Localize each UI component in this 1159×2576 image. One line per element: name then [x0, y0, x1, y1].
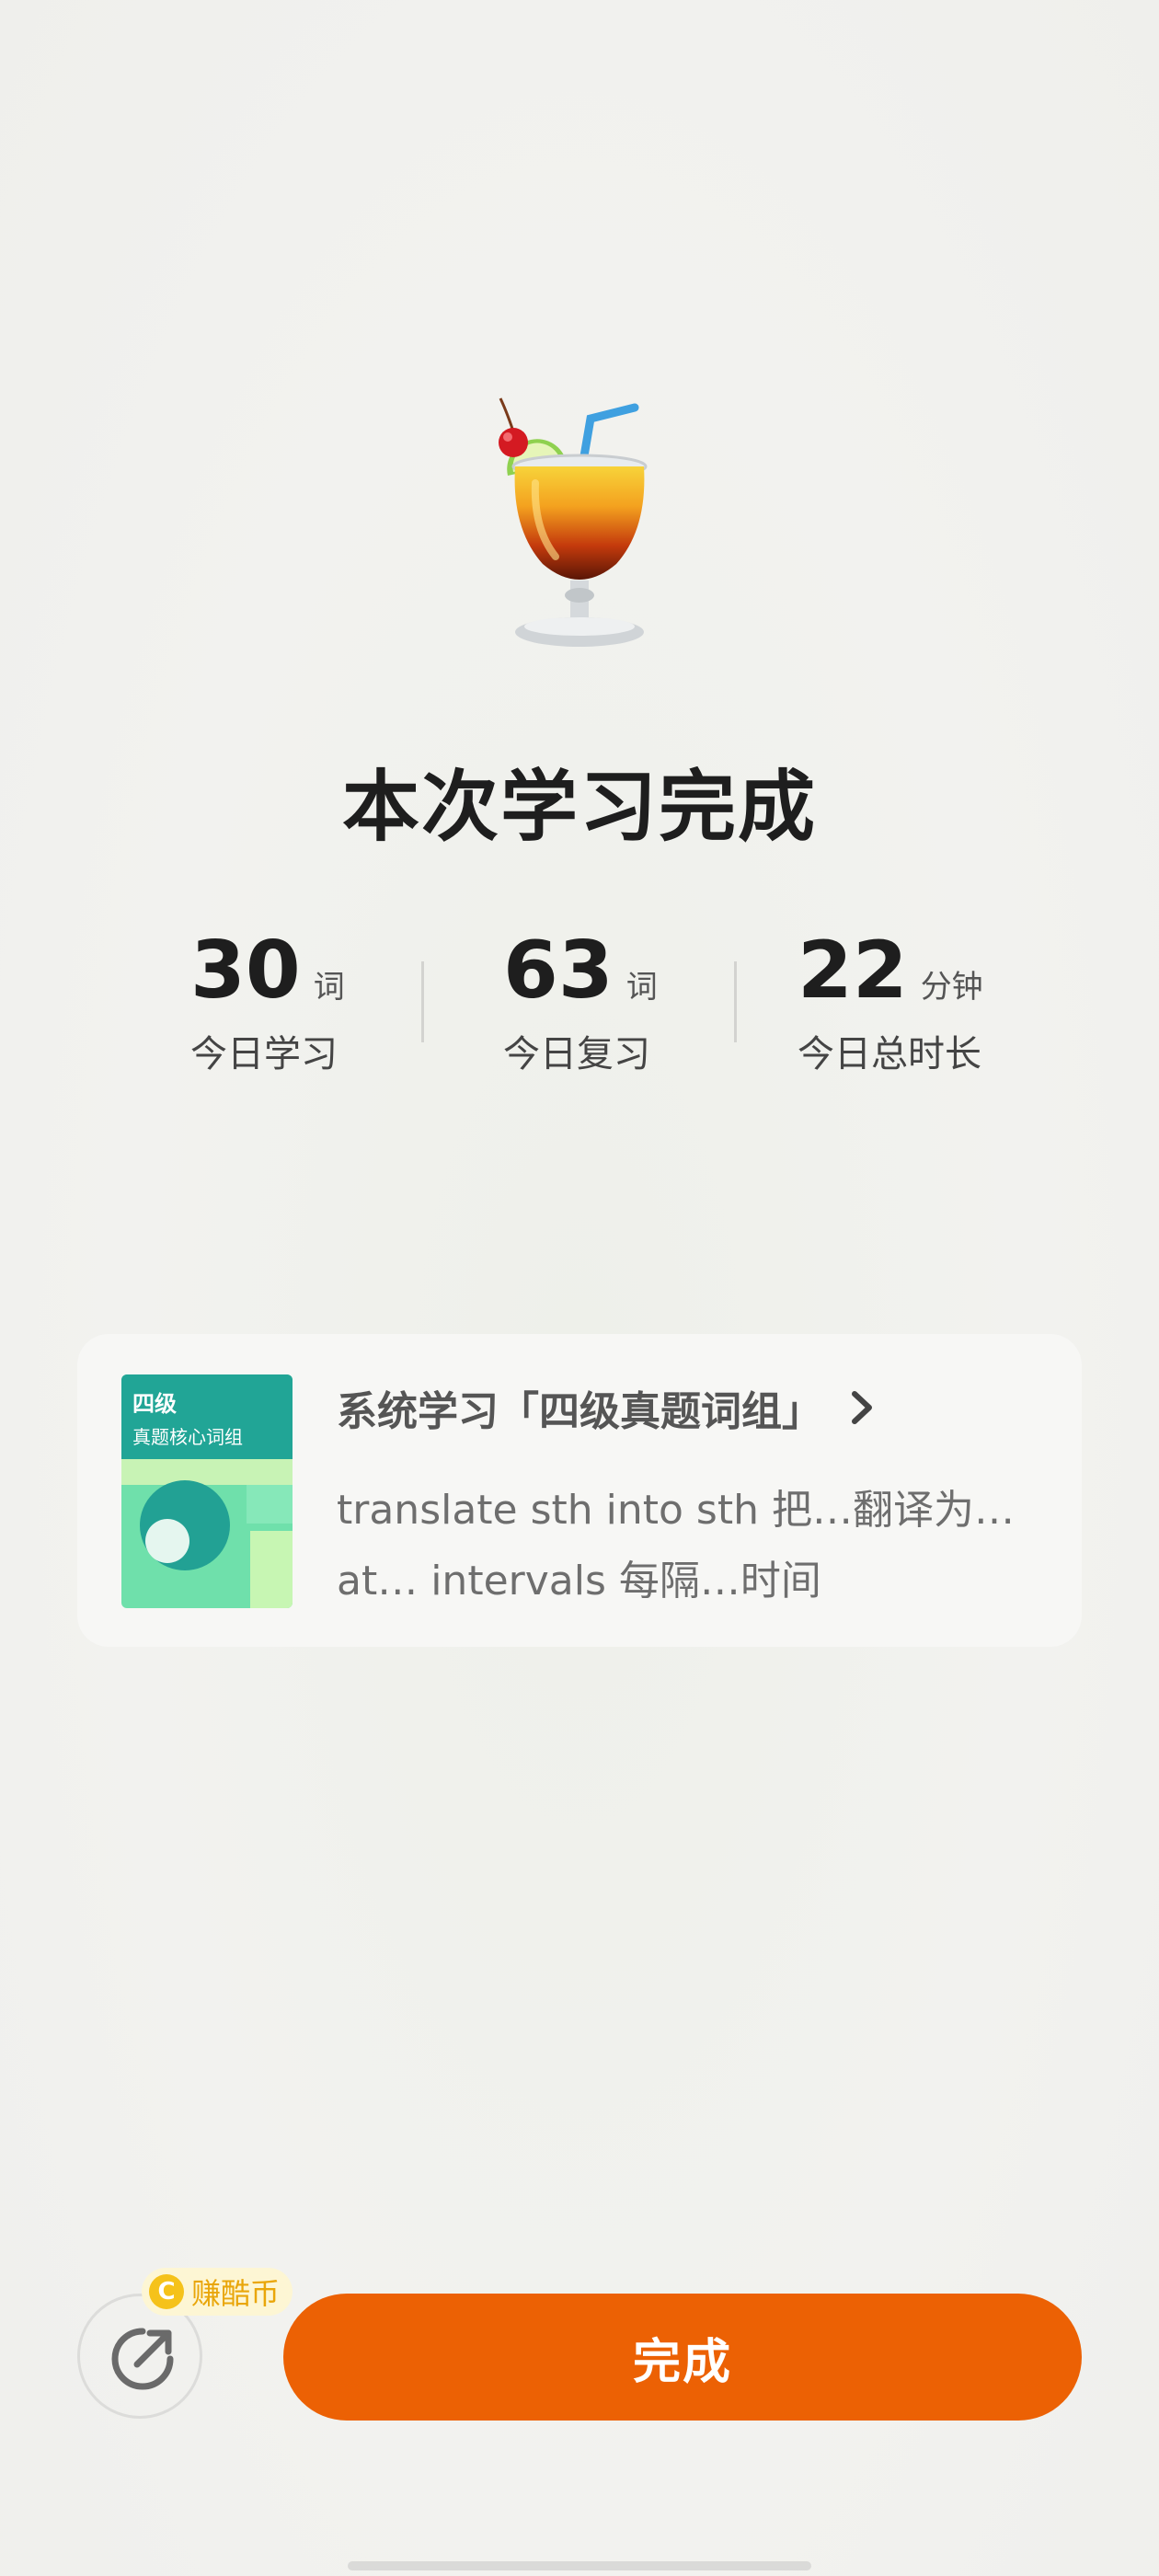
stat-label: 今日学习	[190, 1033, 338, 1075]
page-title: 本次学习完成	[341, 762, 817, 852]
stat-unit: 词	[625, 969, 658, 1006]
stat-label: 今日复习	[503, 1033, 650, 1075]
study-complete-page: 本次学习完成 30 词 今日学习 63 词 今日复习 22 分钟 今日总时长 四…	[0, 0, 1159, 2576]
cover-shape	[247, 1485, 293, 1524]
coin-badge-label: 赚酷币	[191, 2276, 281, 2311]
chevron-right-icon	[852, 1391, 872, 1424]
stat-unit: 词	[313, 969, 345, 1006]
stat-value: 30	[190, 925, 301, 1017]
stat-value: 63	[503, 925, 614, 1017]
card-title-row[interactable]: 系统学习「四级真题词组」	[337, 1380, 878, 1435]
home-indicator	[348, 2561, 811, 2570]
stat-unit: 分钟	[920, 969, 983, 1006]
cover-shape	[250, 1531, 293, 1608]
divider	[421, 961, 424, 1042]
tropical-drink-icon	[499, 397, 648, 647]
divider	[734, 961, 737, 1042]
phrase-line: at… intervals 每隔…时间	[337, 1558, 821, 1604]
book-cover: 四级 真题核心词组	[121, 1374, 293, 1608]
share-arrow-icon	[111, 2328, 174, 2390]
cover-band	[121, 1459, 293, 1485]
cover-title: 四级	[132, 1391, 177, 1417]
cover-subtitle: 真题核心词组	[132, 1426, 243, 1448]
done-button[interactable]: 完成	[283, 2294, 1082, 2421]
coin-reward-badge: C 赚酷币	[142, 2268, 293, 2316]
stat-learned: 30 词 今日学习	[190, 925, 345, 1077]
coin-icon: C	[149, 2274, 184, 2309]
cover-dot	[145, 1519, 189, 1563]
phrase-line: translate sth into sth 把…翻译为…	[337, 1487, 1015, 1534]
stat-duration: 22 分钟 今日总时长	[798, 925, 983, 1077]
stat-label: 今日总时长	[798, 1033, 981, 1075]
stat-reviewed: 63 词 今日复习	[503, 925, 658, 1077]
stat-value: 22	[798, 925, 908, 1017]
book-card[interactable]: 四级 真题核心词组 系统学习「四级真题词组」 translate sth int…	[77, 1334, 1082, 1647]
stats-row: 30 词 今日学习 63 词 今日复习 22 分钟 今日总时长	[0, 925, 1159, 1081]
book-title: 系统学习「四级真题词组」	[337, 1388, 822, 1435]
